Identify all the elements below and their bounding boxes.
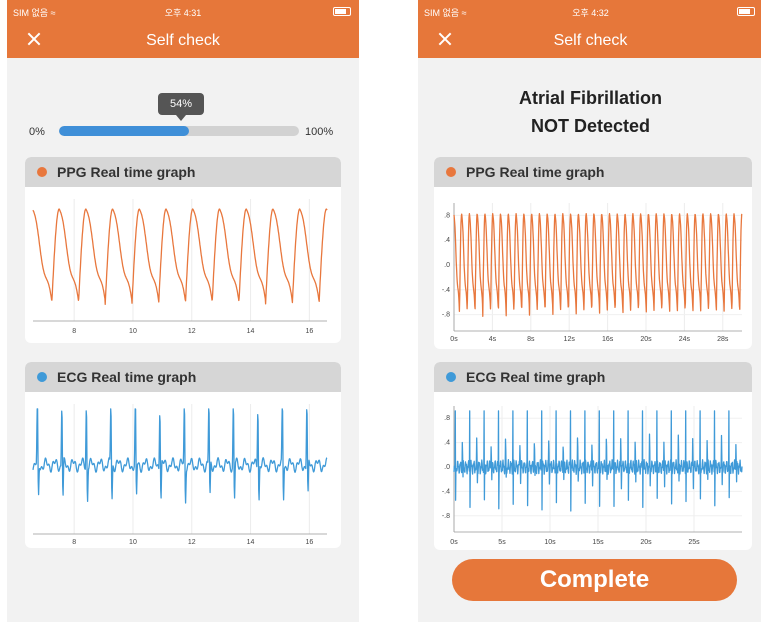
x-tick-label: 14 — [247, 539, 255, 546]
ppg-chart: 8 10 12 14 16 — [32, 199, 328, 335]
status-bar: SIM 없음 ≈ 오후 4:31 — [7, 4, 359, 18]
page-title: Self check — [146, 32, 220, 49]
y-tick-label: -.4 — [442, 488, 450, 495]
x-tick-label: 14 — [247, 328, 255, 335]
x-tick-label: 12 — [188, 328, 196, 335]
series-line — [32, 408, 328, 504]
ecg-dot-icon — [446, 372, 456, 382]
ppg-dot-icon — [37, 167, 47, 177]
status-bar: SIM 없음 ≈ 오후 4:32 — [418, 4, 761, 18]
x-tick-label: 4s — [489, 336, 497, 343]
x-tick-label: 0s — [450, 539, 458, 546]
x-tick-label: 5s — [498, 539, 506, 546]
x-tick-label: 25s — [688, 539, 700, 546]
ecg-card-header: ECG Real time graph — [434, 362, 752, 392]
ppg-card-header: PPG Real time graph — [434, 157, 752, 187]
ppg-dot-icon — [446, 167, 456, 177]
y-tick-label: .4 — [444, 237, 450, 244]
result-line-1: Atrial Fibrillation — [518, 88, 662, 108]
x-tick-label: 16s — [602, 336, 614, 343]
x-tick-label: 20s — [640, 336, 652, 343]
series-line — [32, 208, 328, 306]
x-tick-label: 16 — [305, 539, 313, 546]
ecg-title: ECG Real time graph — [57, 369, 197, 385]
screen-measuring: SIM 없음 ≈ 오후 4:31 Self check 54% 0% 100% … — [7, 0, 359, 622]
x-tick-label: 10 — [129, 328, 137, 335]
ppg-title: PPG Real time graph — [466, 164, 605, 180]
progress-bar — [59, 126, 299, 136]
ecg-card: ECG Real time graph 0s 5s 10s 15s 20s 25s .8 .4… — [434, 362, 752, 550]
y-tick-label: -.8 — [442, 312, 450, 319]
ecg-card: ECG Real time graph 8 10 12 14 16 — [25, 362, 341, 548]
ecg-chart: 8 10 12 14 16 — [32, 404, 328, 546]
header-bar: SIM 없음 ≈ 오후 4:31 Self check — [7, 0, 359, 58]
y-tick-label: .8 — [444, 415, 450, 422]
x-tick-label: 28s — [717, 336, 729, 343]
ppg-chart: 0s 4s 8s 12s 16s 20s 24s 28s .8 .4 .0 -.4 -.8 — [442, 203, 743, 343]
ppg-card: PPG Real time graph 0s 4s 8s 12s 16s 20s 24s 28… — [434, 157, 752, 349]
battery-icon — [333, 6, 351, 17]
header-bar: SIM 없음 ≈ 오후 4:32 Self check — [418, 0, 761, 58]
y-tick-label: .4 — [444, 440, 450, 447]
ppg-title: PPG Real time graph — [57, 164, 196, 180]
x-tick-label: 24s — [679, 336, 691, 343]
x-tick-label: 12 — [188, 539, 196, 546]
x-tick-label: 8 — [72, 539, 76, 546]
y-tick-label: -.8 — [442, 513, 450, 520]
y-tick-label: .8 — [444, 212, 450, 219]
y-tick-label: .0 — [444, 262, 450, 269]
x-tick-label: 10s — [544, 539, 556, 546]
x-tick-label: 20s — [640, 539, 652, 546]
ecg-card-header: ECG Real time graph — [25, 362, 341, 392]
x-tick-label: 10 — [129, 539, 137, 546]
y-tick-label: -.4 — [442, 287, 450, 294]
complete-button[interactable]: Complete — [452, 559, 737, 601]
ecg-title: ECG Real time graph — [466, 369, 606, 385]
x-tick-label: 16 — [305, 328, 313, 335]
progress-fill — [59, 126, 189, 136]
battery-icon — [737, 6, 755, 17]
screen-result: SIM 없음 ≈ 오후 4:32 Self check Atrial Fibri… — [418, 0, 761, 622]
ecg-chart: 0s 5s 10s 15s 20s 25s .8 .4 .0 -.4 -.8 — [442, 406, 743, 546]
x-tick-label: 12s — [564, 336, 576, 343]
progress-min-label: 0% — [29, 126, 45, 138]
ppg-card-header: PPG Real time graph — [25, 157, 341, 187]
result-line-2: NOT Detected — [530, 116, 651, 136]
progress-max-label: 100% — [305, 126, 334, 138]
page-title: Self check — [553, 32, 628, 49]
y-tick-label: .0 — [444, 464, 450, 471]
ppg-card: PPG Real time graph 8 10 12 14 16 — [25, 157, 341, 343]
progress-tooltip: 54% — [158, 93, 204, 121]
x-tick-label: 0s — [450, 336, 458, 343]
x-tick-label: 8s — [527, 336, 535, 343]
x-tick-label: 8 — [72, 328, 76, 335]
status-time: 오후 4:32 — [572, 8, 609, 18]
ecg-dot-icon — [37, 372, 47, 382]
x-tick-label: 15s — [592, 539, 604, 546]
status-time: 오후 4:31 — [164, 8, 202, 18]
